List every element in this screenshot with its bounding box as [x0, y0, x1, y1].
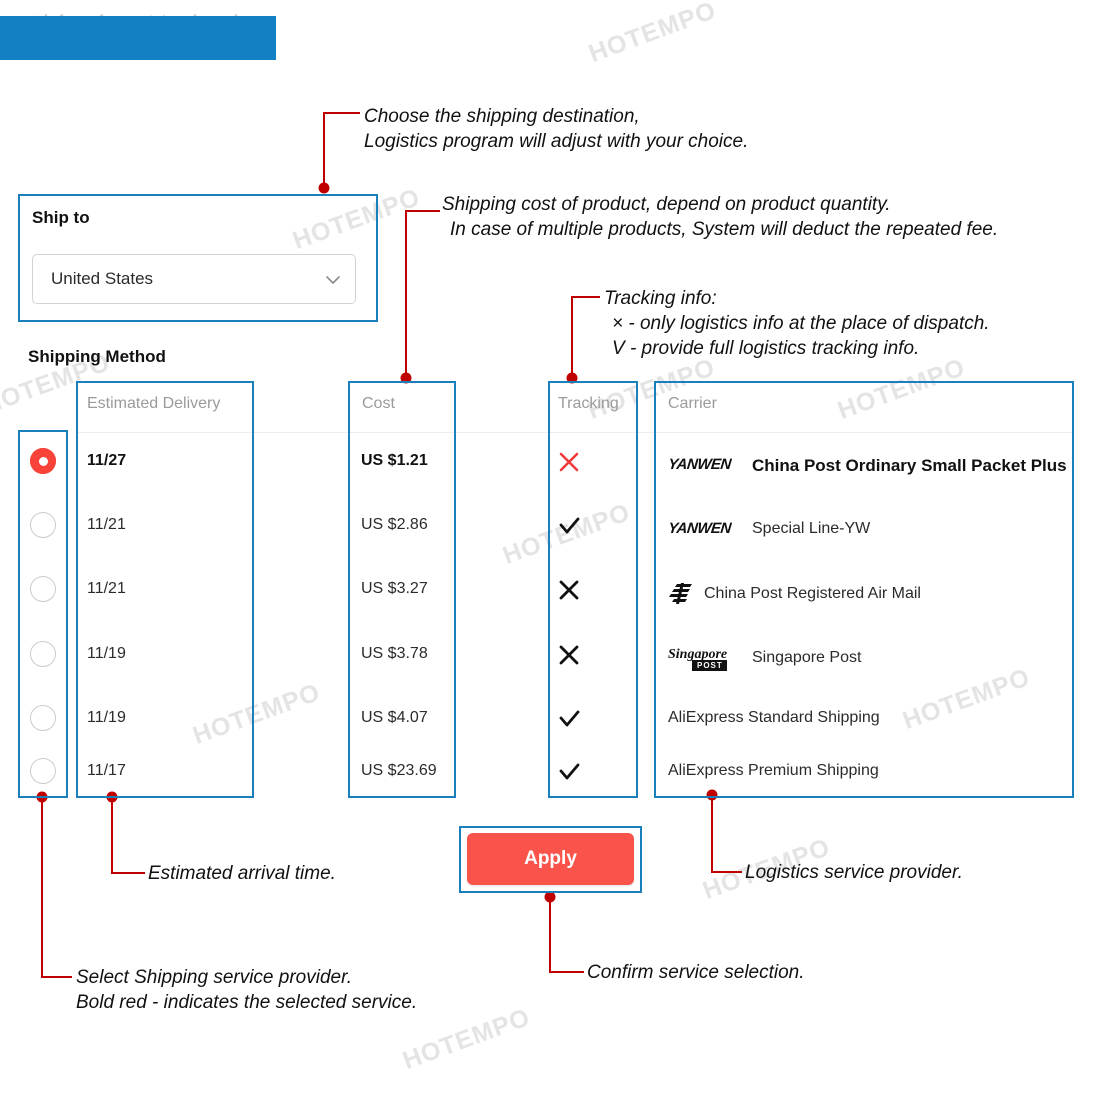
- shipping-method-heading: Shipping Method: [28, 347, 166, 366]
- carrier-column-highlight-box: [654, 381, 1074, 798]
- annotation-destination-line2: Logistics program will adjust with your …: [364, 131, 749, 153]
- annotation-tracking: Tracking info: × - only logistics info a…: [604, 286, 990, 361]
- radio-column-highlight-box: [18, 430, 68, 798]
- watermark: HOTEMPO: [585, 0, 721, 68]
- delivery-column-highlight-box: [76, 381, 254, 798]
- annotation-tracking-line2: × - only logistics info at the place of …: [612, 313, 990, 335]
- annotation-cost-line1: Shipping cost of product, depend on prod…: [442, 194, 891, 215]
- ship-to-highlight-box: [18, 194, 378, 322]
- page-title-bar: [0, 16, 276, 60]
- annotation-arrival: Estimated arrival time.: [148, 863, 336, 884]
- annotation-cost: Shipping cost of product, depend on prod…: [442, 192, 998, 242]
- annotation-destination: Choose the shipping destination, Logisti…: [364, 104, 748, 154]
- annotation-tracking-line3: V - provide full logistics tracking info…: [612, 338, 920, 360]
- annotation-select-line1: Select Shipping service provider.: [76, 967, 352, 988]
- cost-column-highlight-box: [348, 381, 456, 798]
- apply-button-highlight-box: [459, 826, 642, 893]
- annotation-destination-line1: Choose the shipping destination,: [364, 106, 640, 127]
- annotation-cost-line2: In case of multiple products, System wil…: [450, 219, 999, 241]
- watermark: HOTEMPO: [399, 1003, 535, 1075]
- annotation-select: Select Shipping service provider. Bold r…: [76, 965, 417, 1015]
- annotation-confirm: Confirm service selection.: [587, 962, 805, 983]
- annotation-tracking-line1: Tracking info:: [604, 288, 717, 309]
- annotation-provider: Logistics service provider.: [745, 862, 963, 883]
- tracking-column-highlight-box: [548, 381, 638, 798]
- annotation-select-line2: Bold red - indicates the selected servic…: [76, 992, 418, 1014]
